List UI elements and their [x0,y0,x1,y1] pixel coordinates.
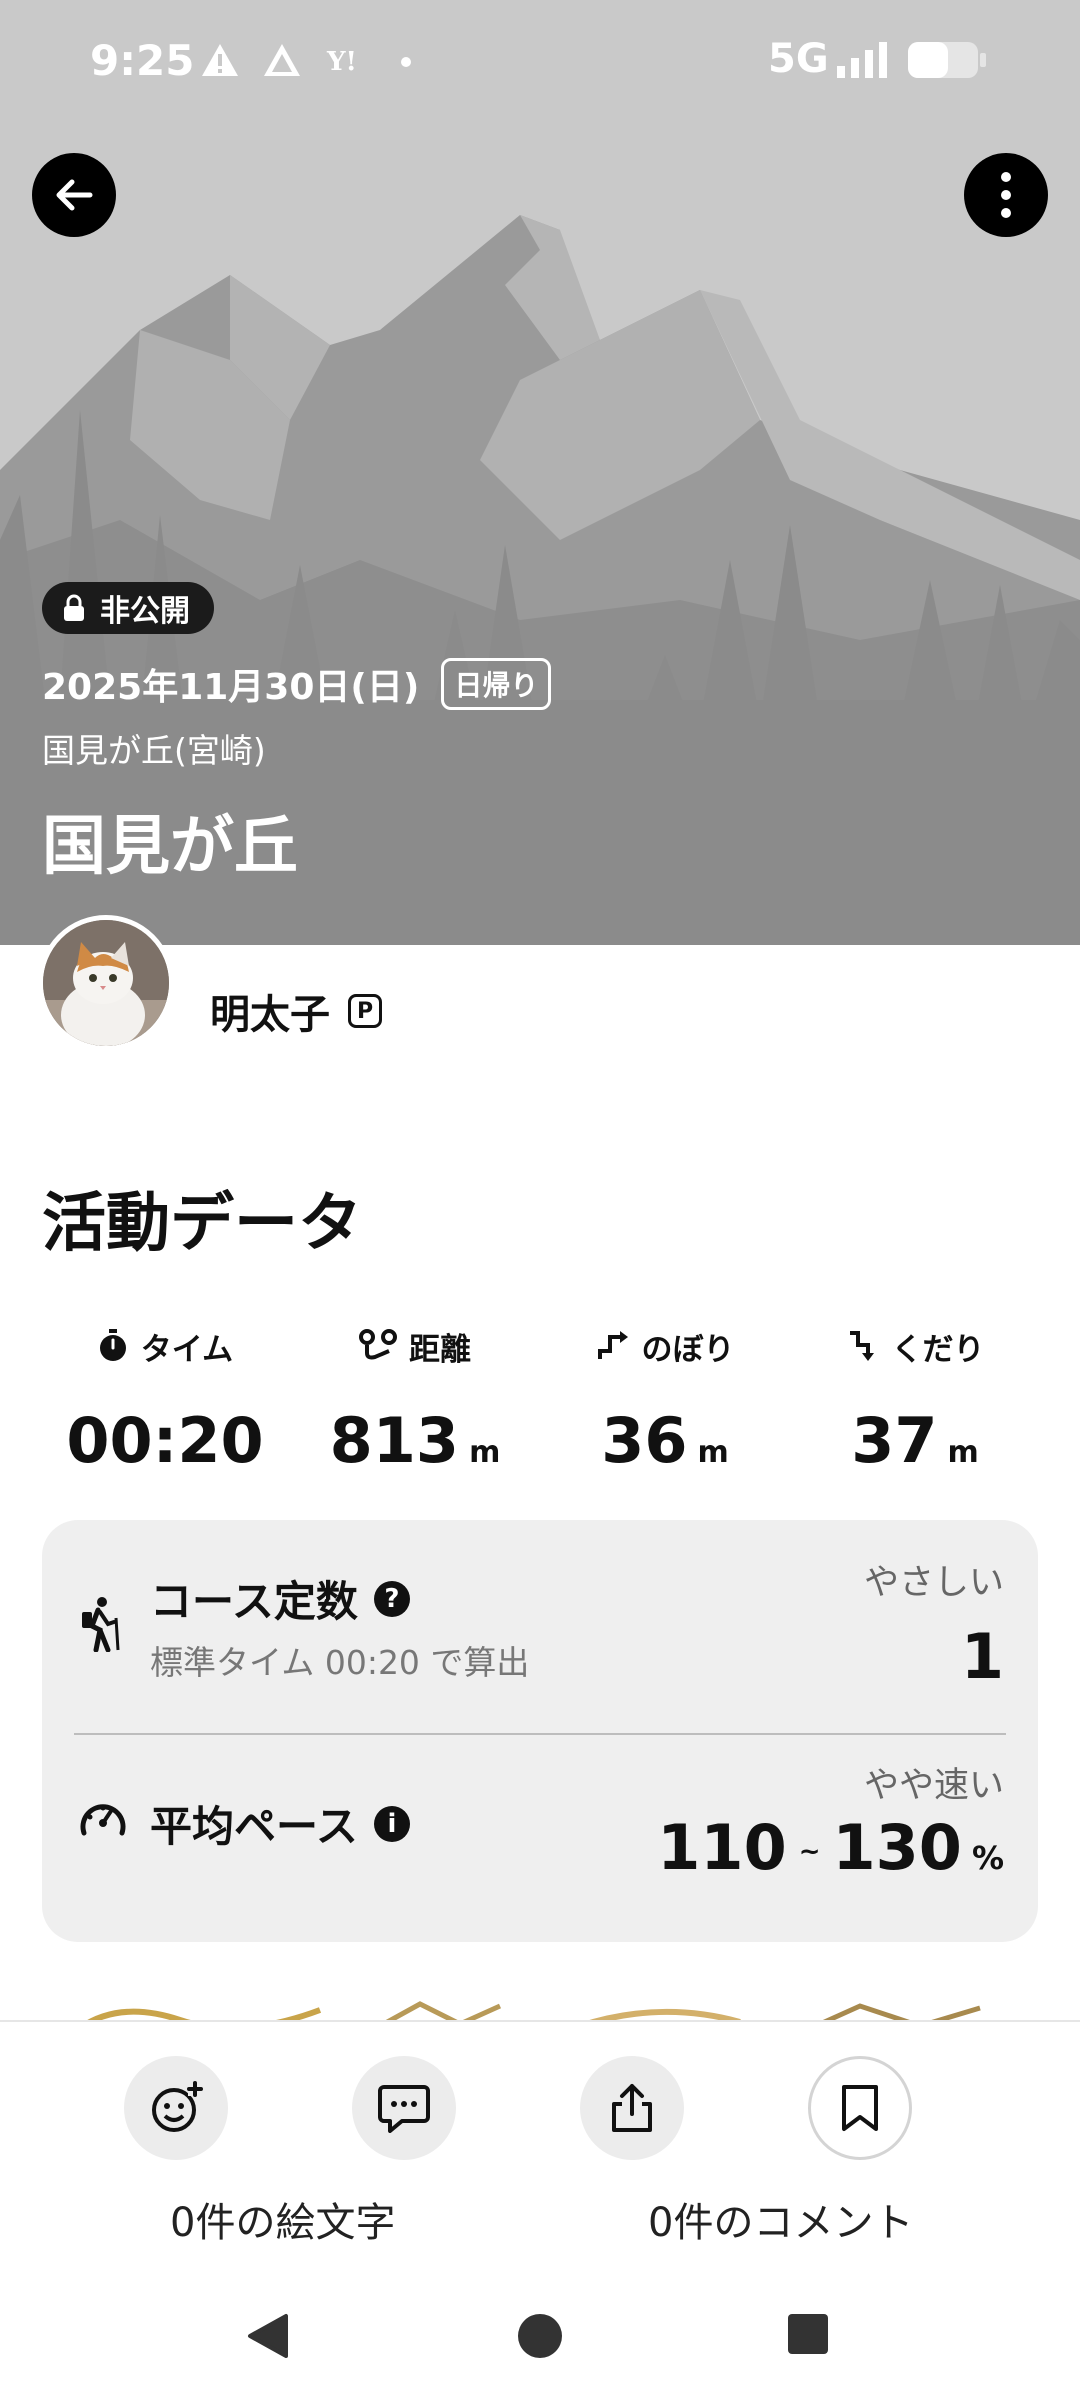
activity-title: 国見が丘 [42,810,298,884]
stat-descent: くだり 37 m [790,1320,1040,1477]
route-icon [359,1329,397,1360]
more-menu-button[interactable] [964,153,1048,237]
ascent-icon [597,1331,628,1359]
pace-separator: ~ [798,1836,821,1867]
back-button[interactable] [32,153,116,237]
course-constant-title: コース定数 [150,1577,358,1626]
comment-icon [378,2085,430,2133]
nav-recents-icon[interactable] [786,2312,830,2356]
speedometer-icon [80,1804,126,1836]
course-constant-level: やさしい [863,1563,1004,1603]
system-nav-bar [0,2274,1080,2400]
help-icon[interactable]: ? [373,1580,410,1617]
add-reaction-button[interactable] [124,2056,228,2160]
course-constant-subtitle: 標準タイム 00:20 で算出 [150,1643,530,1682]
stat-label: くだり [891,1331,985,1368]
svg-text:Y!: Y! [326,47,357,77]
stat-label: タイム [140,1331,234,1368]
share-button[interactable] [580,2056,684,2160]
nav-back-icon[interactable] [246,2312,290,2360]
user-name-row[interactable]: 明太子 P [210,982,382,1040]
stat-value: 813 [329,1404,460,1477]
stopwatch-icon [99,1329,126,1361]
status-time: 9:25 [90,36,195,85]
emoji-count-label[interactable]: 0件の絵文字 [170,2190,395,2248]
bookmark-icon [842,2085,878,2131]
pace-low: 110 [657,1811,787,1884]
add-reaction-icon [152,2081,203,2132]
activity-date-row: 2025年11月30日(日) 日帰り [42,658,552,710]
share-icon [612,2084,652,2132]
stat-label: のぼり [641,1331,735,1368]
comment-button[interactable] [352,2056,456,2160]
avatar[interactable] [38,915,174,1051]
course-constant-row[interactable]: コース定数 ? 標準タイム 00:20 で算出 やさしい 1 [42,1520,1038,1733]
hero-header: 9:25 Y! 5G 非公開 2025年11月30日(日) 日帰り 国見が丘(宮… [0,0,1080,945]
more-vertical-icon [1001,172,1011,218]
signal-triangle-icon [264,44,300,76]
average-pace-value: 110 ~130% [657,1811,1004,1884]
average-pace-title: 平均ペース [150,1802,358,1851]
warning-icon [202,44,238,76]
hiker-icon [82,1597,120,1652]
yahoo-icon: Y! [326,47,357,77]
stat-unit: m [697,1435,729,1470]
average-pace-row[interactable]: 平均ペース i やや速い 110 ~130% [42,1735,1038,1942]
stat-unit: m [469,1435,501,1470]
stat-label: 距離 [409,1331,471,1368]
network-type: 5G [768,36,829,82]
status-bar: 9:25 Y! 5G [0,0,1080,120]
battery-icon [908,42,986,78]
stats-row: タイム 00:20 距離 813 m のぼり 36 m くだり 37 m [0,1320,1080,1490]
bottom-action-bar: 0件の絵文字 0件のコメント [0,2020,1080,2274]
descent-icon [849,1331,874,1361]
average-pace-level: やや速い [863,1766,1004,1806]
stat-value: 00:20 [66,1404,264,1477]
pace-unit: % [971,1839,1004,1877]
activity-location: 国見が丘(宮崎) [42,731,266,770]
stat-value: 37 [851,1404,938,1477]
privacy-label: 非公開 [100,594,190,629]
bookmark-button[interactable] [808,2056,912,2160]
user-name: 明太子 [210,992,330,1038]
stat-unit: m [947,1435,979,1470]
activity-date: 2025年11月30日(日) [42,667,420,708]
comment-count-label[interactable]: 0件のコメント [648,2190,913,2248]
stat-value: 36 [601,1404,688,1477]
stat-ascent: のぼり 36 m [540,1320,790,1477]
course-constant-value: 1 [960,1620,1004,1693]
arrow-left-icon [56,179,93,211]
pace-high: 130 [832,1811,962,1884]
premium-badge: P [348,994,382,1028]
privacy-badge: 非公開 [42,582,214,634]
nav-home-icon[interactable] [516,2312,564,2360]
cat-photo [43,920,169,1046]
stat-time: タイム 00:20 [40,1320,290,1477]
lock-icon [64,594,84,621]
info-icon[interactable]: i [373,1805,410,1842]
stat-distance: 距離 813 m [290,1320,540,1477]
trip-type-badge: 日帰り [441,658,552,710]
section-title: 活動データ [42,1187,362,1261]
signal-bars-icon [837,42,887,78]
course-stats-card: コース定数 ? 標準タイム 00:20 で算出 やさしい 1 平均ペース i や… [42,1520,1038,1942]
dot-icon [401,57,411,67]
